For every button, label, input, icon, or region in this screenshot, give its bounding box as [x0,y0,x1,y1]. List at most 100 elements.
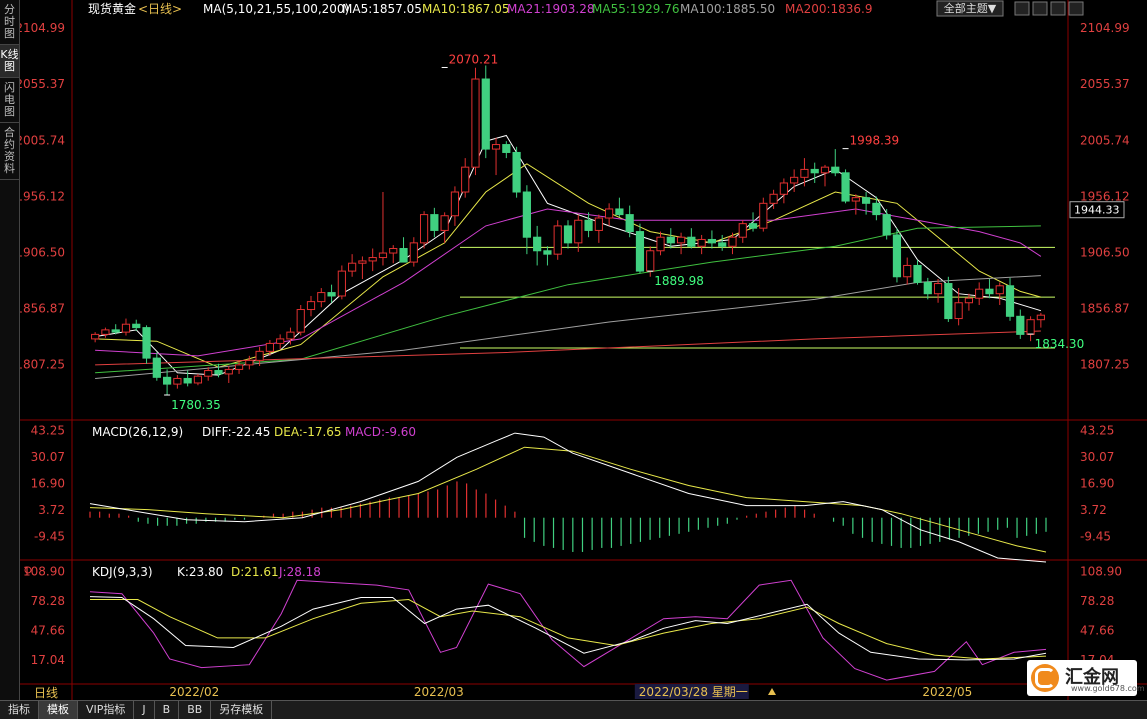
candle-body [913,264,922,283]
annotation-4: 1834.30 [1035,337,1085,351]
left-tab-2[interactable]: 闪电图 [0,78,19,123]
price-tick-left-3: 1956.12 [20,189,65,203]
window-restore-icon [1032,1,1048,16]
candle-body [450,191,460,217]
candle-body [111,329,120,333]
macd-tick-right-2: 16.90 [1080,477,1114,491]
period-label: <日线> [138,2,182,16]
candle-body [132,323,141,329]
bottom-tab-4[interactable]: B [155,701,180,719]
candle-body [358,260,367,264]
candle-body [543,250,552,255]
price-tick-right-4: 1906.50 [1080,245,1130,259]
candle-body [286,331,295,340]
candle-body [831,166,840,174]
price-tick-left-6: 1807.25 [20,358,65,372]
candle-body [892,234,902,278]
candle-body [224,368,233,375]
ma-header-ma55: MA55:1929.76 [592,2,680,16]
candle-body [584,219,593,231]
candle-body [872,202,881,216]
left-tab-1[interactable]: K线图 [0,45,19,78]
price-tick-left-0: 2104.99 [20,21,65,35]
price-tick-right-5: 1856.87 [1080,302,1130,316]
candle-body [193,375,203,384]
candle-body [676,236,686,244]
candle-body [276,338,285,344]
candle-body [214,370,223,375]
bottom-tab-2[interactable]: VIP指标 [78,701,135,719]
annotation-0: 2070.21 [449,52,499,66]
x-label-2: 2022/03/28 星期一 [639,685,748,699]
candle-body [204,370,213,377]
kdj-tick-right-1: 78.28 [1080,594,1114,608]
candle-body [553,225,562,255]
macd-value-label: MACD:-9.60 [345,425,416,439]
kdj-label: KDJ(9,3,3) [92,565,153,579]
candle-body [820,166,830,174]
logo-site: www.gold678.com [1071,684,1145,693]
candle-body [738,223,747,238]
candle-body [1005,285,1015,317]
kdj-tick-right-2: 47.66 [1080,624,1114,638]
candle-body [121,323,131,333]
candle-body [964,297,974,304]
price-tick-left-4: 1906.50 [20,245,65,259]
chart-svg[interactable]: 现货黄金 <日线> MA(5,10,21,55,100,200)MA5:1857.0… [20,0,1147,700]
candle-body [944,283,953,320]
bottom-tab-1[interactable]: 模板 [39,701,78,719]
ma-header-ma21: MA21:1903.28 [507,2,595,16]
candle-body [728,236,737,247]
annotation-3: 1780.35 [171,398,221,412]
left-tab-bar: 分时图 K线图 闪电图 合约资料 [0,0,20,700]
candle-body [522,191,531,238]
bottom-tab-6[interactable]: 另存模板 [211,701,273,719]
candle-body [759,202,768,229]
gold678-logo: 汇金网 www.gold678.com [1027,660,1145,696]
logo-icon [1031,664,1059,692]
candle-body [635,231,645,272]
kdj-tick-right-0: 108.90 [1080,565,1122,579]
price-tick-right-0: 2104.99 [1080,21,1130,35]
macd-tick-left-3: 3.72 [38,503,65,517]
bottom-tab-bar: 指标 模板 VIP指标 J B BB 另存模板 [0,700,1147,719]
bottom-tab-0[interactable]: 指标 [0,701,39,719]
bottom-tab-5[interactable]: BB [179,701,212,719]
candle-body [594,217,603,231]
candle-body [656,236,665,252]
candle-body [399,248,408,263]
candle-body [348,262,357,272]
bottom-tab-3[interactable]: J [134,701,155,719]
candle-body [851,197,860,202]
candle-body [975,288,984,299]
kdj-j-label: J:28.18 [278,565,321,579]
macd-tick-left-4: -9.45 [34,530,65,544]
candle-body [430,214,439,231]
price-tick-right-6: 1807.25 [1080,358,1130,372]
macd-tick-right-4: -9.45 [1080,530,1111,544]
candle-body [1016,315,1025,335]
annotation-2: 1889.98 [654,274,704,288]
candle-body [378,252,388,259]
macd-tick-right-0: 43.25 [1080,424,1114,438]
left-tab-3[interactable]: 合约资料 [0,123,19,180]
window-close-icon [1068,1,1084,16]
candle-body [646,250,655,272]
kdj-d-label: D:21.61 [231,565,279,579]
theme-button-label: 全部主题▼ [944,1,997,15]
window-min-icon [1014,1,1030,16]
candle-body [142,327,151,359]
chart-background [20,0,1147,700]
candle-body [903,264,912,278]
x-label-1: 2022/03 [414,685,464,699]
kdj-tick-left-3: 17.04 [31,653,65,667]
candle-body [769,193,778,204]
candle-body [790,176,799,184]
left-tab-0[interactable]: 分时图 [0,0,19,45]
macd-dea-label: DEA:-17.65 [274,425,342,439]
candle-body [461,166,470,193]
bottom-period-label: 日线 [34,686,58,700]
candle-body [574,219,583,244]
candle-body [491,144,501,150]
candle-body [697,238,706,247]
